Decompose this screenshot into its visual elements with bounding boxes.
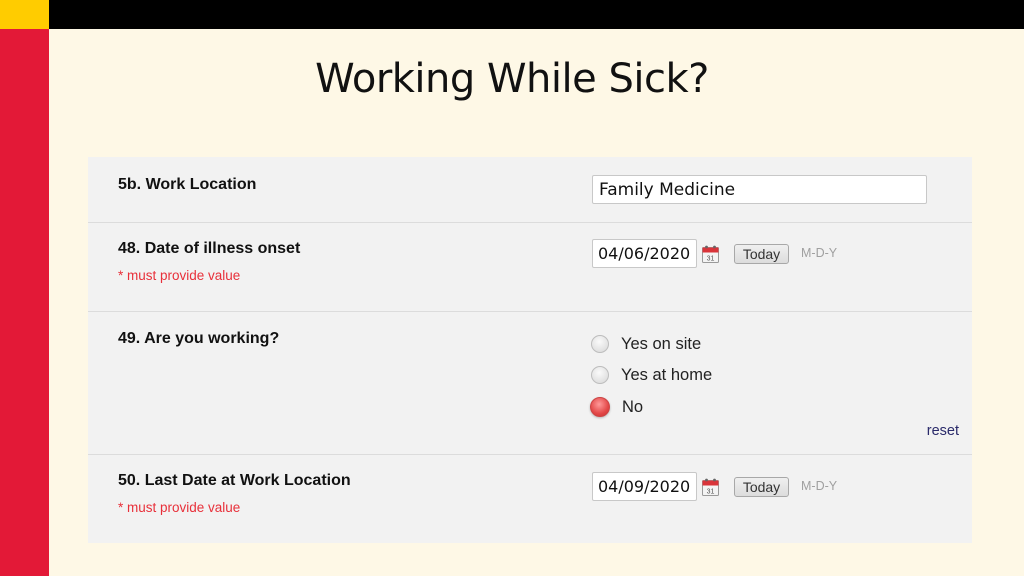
required-note: * must provide value (118, 268, 241, 283)
today-button[interactable]: Today (734, 244, 789, 264)
form-row-work-location: 5b. Work Location (88, 157, 972, 223)
field-label: 48. Date of illness onset (118, 240, 301, 257)
radio-button[interactable] (591, 335, 609, 353)
top-bar (0, 0, 1024, 29)
required-note: * must provide value (118, 500, 241, 515)
form-panel: 5b. Work Location 48. Date of illness on… (88, 157, 972, 543)
svg-text:31: 31 (707, 489, 715, 496)
radio-button-checked[interactable] (590, 397, 610, 417)
form-row-illness-onset: 48. Date of illness onset * must provide… (88, 223, 972, 312)
field-label: 50. Last Date at Work Location (118, 472, 351, 489)
last-work-date-input[interactable] (592, 472, 697, 501)
form-row-are-you-working: 49. Are you working? Yes on site Yes at … (88, 312, 972, 455)
date-format-hint: M-D-Y (801, 246, 838, 260)
corner-accent (0, 0, 49, 29)
radio-label: Yes on site (621, 334, 702, 353)
today-button[interactable]: Today (734, 477, 789, 497)
field-label: 5b. Work Location (118, 176, 257, 193)
svg-text:31: 31 (707, 256, 715, 263)
radio-option-yes-at-home[interactable]: Yes at home (591, 364, 712, 386)
radio-button[interactable] (591, 366, 609, 384)
radio-label: No (622, 397, 644, 416)
calendar-icon[interactable]: 31 (702, 478, 719, 496)
illness-onset-date-input[interactable] (592, 239, 697, 268)
radio-option-yes-on-site[interactable]: Yes on site (591, 333, 701, 355)
reset-link[interactable]: reset (927, 423, 959, 439)
slide-title: Working While Sick? (315, 56, 709, 102)
field-label: 49. Are you working? (118, 330, 280, 347)
radio-label: Yes at home (621, 365, 713, 384)
form-row-last-date-at-work: 50. Last Date at Work Location * must pr… (88, 455, 972, 543)
left-accent-bar (0, 29, 49, 576)
date-format-hint: M-D-Y (801, 479, 838, 493)
radio-option-no[interactable]: No (590, 396, 644, 418)
work-location-input[interactable] (592, 175, 927, 204)
calendar-icon[interactable]: 31 (702, 245, 719, 263)
